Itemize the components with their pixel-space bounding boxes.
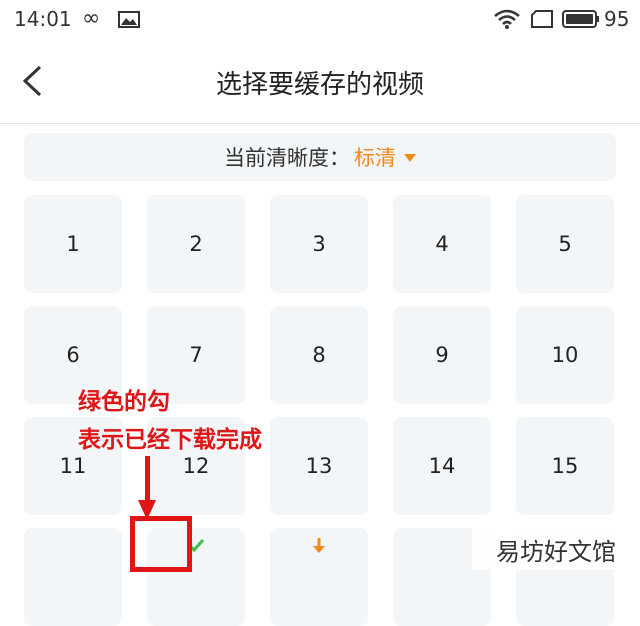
episode-cell[interactable]: 4 [393,195,491,293]
watermark: 易坊好文馆 [472,528,640,570]
sim-card-icon [531,10,553,28]
annotation-text: 绿色的勾 表示已经下载完成 [78,383,262,459]
battery-percent: 95 [604,7,630,31]
episode-number: 8 [312,343,326,367]
caret-down-icon[interactable] [404,154,416,162]
episode-number: 13 [305,454,333,478]
nav-bar: 选择要缓存的视频 [0,40,640,124]
episode-cell[interactable]: 2 [147,195,245,293]
status-bar: 14:01 ∞ 95 [0,0,640,40]
episode-cell[interactable] [24,528,122,626]
episode-cell[interactable]: 9 [393,306,491,404]
episode-cell[interactable]: 5 [516,195,614,293]
page-title: 选择要缓存的视频 [215,70,424,100]
episode-number: 3 [312,232,326,256]
episode-number: 2 [189,232,203,256]
episode-cell[interactable]: 1 [24,195,122,293]
episode-number: 15 [551,454,579,478]
status-time: 14:01 [14,7,72,31]
episode-cell[interactable]: 3 [270,195,368,293]
episode-number: 7 [189,343,203,367]
quality-label: 当前清晰度： [224,146,350,170]
episode-number: 9 [435,343,449,367]
battery-icon [562,10,599,28]
quality-value[interactable]: 标清 [354,142,396,172]
wifi-icon [494,9,520,29]
infinity-icon: ∞ [82,6,101,31]
episode-cell[interactable]: 14 [393,417,491,515]
image-icon [118,11,140,28]
episode-number: 14 [428,454,456,478]
episode-number: 1 [66,232,80,256]
annotation-line-1: 绿色的勾 [78,389,170,415]
annotation-arrow-icon [138,456,156,520]
downloading-arrow-icon [270,538,368,554]
episode-cell[interactable]: 15 [516,417,614,515]
annotation-line-2: 表示已经下载完成 [78,427,262,453]
divider [0,123,640,124]
episode-cell[interactable]: 13 [270,417,368,515]
episode-number: 10 [551,343,579,367]
annotation-highlight-box [130,516,192,572]
episode-number: 4 [435,232,449,256]
quality-selector[interactable]: 当前清晰度： 标清 [24,133,616,181]
episode-number: 5 [558,232,572,256]
episode-cell[interactable]: 10 [516,306,614,404]
episode-cell[interactable]: 8 [270,306,368,404]
episode-number: 6 [66,343,80,367]
episode-cell[interactable] [270,528,368,626]
